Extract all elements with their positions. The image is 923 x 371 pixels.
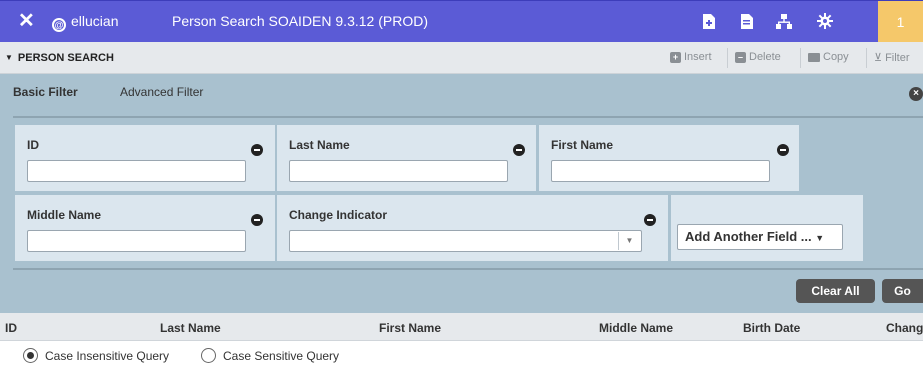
change-indicator-label: Change Indicator — [289, 208, 388, 222]
close-button[interactable]: ✕ — [18, 10, 35, 32]
middle-name-input[interactable] — [27, 230, 246, 252]
remove-field-icon[interactable] — [513, 144, 525, 156]
copy-button[interactable]: Copy — [808, 51, 849, 63]
column-birth-date[interactable]: Birth Date — [743, 321, 800, 335]
radio-selected-icon[interactable] — [23, 348, 38, 363]
section-header: ▼ PERSON SEARCH + Insert – Delete Copy ⊻ Fil… — [0, 42, 923, 74]
remove-field-icon[interactable] — [777, 144, 789, 156]
radio-unselected-icon[interactable] — [201, 348, 216, 363]
case-insensitive-label: Case Insensitive Query — [45, 348, 170, 363]
first-name-filter: First Name — [539, 125, 799, 191]
copy-label: Copy — [823, 51, 849, 63]
column-last-name[interactable]: Last Name — [160, 321, 221, 335]
column-middle-name[interactable]: Middle Name — [599, 321, 673, 335]
toolbar-divider — [800, 48, 801, 68]
section-title-text: PERSON SEARCH — [17, 52, 114, 64]
last-name-input[interactable] — [289, 160, 508, 182]
ellucian-logo-icon: @ — [52, 18, 66, 32]
delete-label: Delete — [749, 51, 781, 63]
brand-logo[interactable]: @ ellucian — [52, 13, 118, 32]
toolbar-divider — [866, 48, 867, 68]
section-title[interactable]: ▼ PERSON SEARCH — [5, 52, 114, 64]
column-first-name[interactable]: First Name — [379, 321, 441, 335]
last-name-label: Last Name — [289, 138, 350, 152]
remove-field-icon[interactable] — [644, 214, 656, 226]
collapse-caret-icon[interactable]: ▼ — [5, 53, 13, 62]
chevron-down-icon: ▼ — [815, 233, 825, 243]
case-sensitive-radio[interactable]: Case Sensitive Query — [201, 348, 339, 363]
column-id[interactable]: ID — [5, 321, 17, 335]
insert-label: Insert — [684, 51, 712, 63]
settings-gear-icon[interactable] — [817, 12, 833, 30]
id-label: ID — [27, 138, 39, 152]
toolbar-divider — [727, 48, 728, 68]
first-name-label: First Name — [551, 138, 614, 152]
change-indicator-filter: Change Indicator ▼ — [277, 195, 668, 261]
id-filter: ID — [15, 125, 275, 191]
tab-basic-filter[interactable]: Basic Filter — [13, 85, 78, 99]
new-document-icon[interactable] — [700, 12, 716, 30]
first-name-input[interactable] — [551, 160, 770, 182]
case-sensitive-label: Case Sensitive Query — [223, 348, 340, 363]
filter-icon: ⊻ — [874, 52, 883, 64]
notification-counter[interactable]: 1 — [878, 1, 923, 43]
column-change[interactable]: Chang — [886, 321, 923, 335]
id-input[interactable] — [27, 160, 246, 182]
brand-name: ellucian — [71, 13, 119, 29]
results-header: ID Last Name First Name Middle Name Birt… — [0, 313, 923, 341]
add-field-label: Add Another Field ... — [685, 229, 812, 244]
clear-all-button[interactable]: Clear All — [796, 279, 875, 303]
change-indicator-select[interactable]: ▼ — [289, 230, 642, 252]
hierarchy-icon[interactable] — [776, 12, 792, 30]
go-button[interactable]: Go — [882, 279, 923, 303]
add-another-field-select[interactable]: Add Another Field ... ▼ — [677, 224, 843, 250]
plus-icon: + — [670, 51, 681, 63]
middle-name-label: Middle Name — [27, 208, 102, 222]
page-title: Person Search SOAIDEN 9.3.12 (PROD) — [172, 13, 428, 29]
print-icon[interactable] — [738, 12, 754, 30]
chevron-down-icon[interactable]: ▼ — [618, 232, 640, 250]
copy-icon — [808, 52, 820, 62]
app-header: ✕ @ ellucian Person Search SOAIDEN 9.3.12… — [0, 0, 923, 43]
last-name-filter: Last Name — [277, 125, 536, 191]
middle-name-filter: Middle Name — [15, 195, 275, 261]
case-insensitive-radio[interactable]: Case Insensitive Query — [23, 348, 169, 363]
insert-button[interactable]: + Insert — [670, 51, 712, 63]
filter-label: Filter — [885, 51, 910, 64]
tab-advanced-filter[interactable]: Advanced Filter — [120, 85, 203, 99]
delete-button[interactable]: – Delete — [735, 51, 781, 63]
remove-field-icon[interactable] — [251, 144, 263, 156]
minus-icon: – — [735, 51, 746, 63]
close-filter-icon[interactable]: × — [909, 87, 923, 101]
divider — [13, 116, 923, 118]
divider — [13, 268, 923, 270]
filter-button[interactable]: ⊻ Filter — [874, 51, 910, 65]
remove-field-icon[interactable] — [251, 214, 263, 226]
filter-panel — [0, 74, 923, 313]
